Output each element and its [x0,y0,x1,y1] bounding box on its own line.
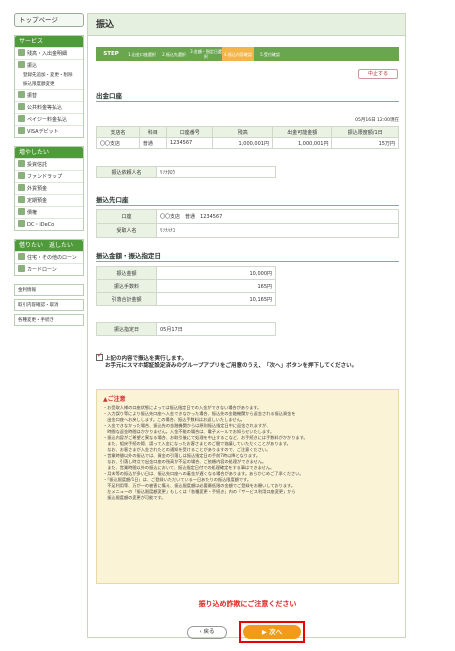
account-label: 口座 [96,209,157,224]
type-cell: 普通 [138,137,167,149]
step-label: STEP [103,50,119,57]
check-icon [96,352,103,361]
available-cell: 1,000,001円 [271,137,333,149]
sidebar-item-ideco[interactable]: DC・iDeCo [15,218,83,230]
amount-value: 10,000円 [156,266,276,280]
service-menu: サービス 残高・入出金明細 振込 登録先追加・変更・削除 振込限度額変更 振替 … [14,35,84,138]
column-header: 科目 [138,126,167,138]
sidebar-item-loan[interactable]: 住宅・その他のローン [15,251,83,263]
sidebar-link-rates[interactable]: 金利情報 [14,284,84,296]
sidebar-item-cardloan[interactable]: カードローン [15,263,83,275]
notice-title: ▲ご注意 [103,396,126,403]
number-cell: 1234567 [165,137,214,149]
sidebar-item-bond[interactable]: 債権 [15,206,83,218]
branch-cell: 〇〇支店 [96,137,140,149]
save-menu: 増やしたい 投資信託 ファンドラップ 外貨預金 定期預金 債権 DC・iDeCo [14,146,84,231]
date-table: 振込指定日 05月17日 [96,322,276,336]
transfer-icon [18,61,25,68]
payment-icon [18,115,25,122]
pension-icon [18,220,25,227]
card-icon [18,127,25,134]
balance-cell: 1,000,001円 [212,137,273,149]
limit-cell: 15万円 [331,137,399,149]
column-header: 出金可能金額 [271,126,333,138]
step-1: 1.出金口座選択 [128,51,156,57]
requester-value: ﾘｿﾅﾀﾛｳ [156,166,276,178]
balance-timestamp: 05月16日 12:00現在 [355,118,399,123]
withdraw-title: 出金口座 [96,90,399,102]
step-2: 2.振込先選択 [162,51,186,57]
sidebar-item-balance[interactable]: 残高・入出金明細 [15,47,83,59]
page-title: 振込 [88,14,405,36]
next-button[interactable]: ▶ 次へ [243,625,301,639]
borrow-title: 借りたい 返したい [15,240,83,251]
amount-title: 振込金額・振込指定日 [96,250,399,262]
house-icon [18,253,25,260]
top-page-button[interactable]: トップページ [14,13,84,27]
account-value: 〇〇支店 普通 1234567 [156,209,399,224]
payee-label: 受取人名 [96,223,157,238]
bond-icon [18,208,25,215]
main-panel: 振込 STEP 1.出金口座選択 2.振込先選択 3.金額・指定日選択 4.振込… [87,13,406,643]
sidebar-item-fundwrap[interactable]: ファンドラップ [15,170,83,182]
sidebar-item-fund[interactable]: 投資信託 [15,158,83,170]
total-value: 10,165円 [156,292,276,306]
amount-label: 振込金額 [96,266,157,280]
next-button-highlight: ▶ 次へ [239,621,305,643]
sidebar-item-utility[interactable]: 公共料金等払込 [15,101,83,113]
date-value: 05月17日 [156,322,276,336]
column-header: 残高 [212,126,273,138]
notice-line: 振込限度額の変更が可能です。 [103,495,166,500]
deposit-icon [18,196,25,203]
sidebar-item-foreign[interactable]: 外貨預金 [15,182,83,194]
fee-value: 165円 [156,279,276,293]
column-header: 口座番号 [165,126,214,138]
service-title: サービス [15,36,83,47]
sidebar: トップページ サービス 残高・入出金明細 振込 登録先追加・変更・削除 振込限度… [14,13,84,329]
dest-table: 口座 〇〇支店 普通 1234567 受取人名 ﾘｿﾅﾊﾅｺ [96,209,399,238]
step-4-current: 4.振込内容確認 [222,47,254,61]
requester-label: 振込依頼人名 [96,166,157,178]
total-label: 引落合計金額 [96,292,157,306]
sidebar-item-transfer[interactable]: 振込 [15,59,83,71]
fraud-warning: 振り込め詐欺にご注意ください [198,600,297,608]
date-label: 振込指定日 [96,322,157,336]
sidebar-item-deposit[interactable]: 定期預金 [15,194,83,206]
sidebar-sub-register[interactable]: 登録先追加・変更・削除 [15,71,83,80]
building-icon [18,103,25,110]
step-3: 3.金額・指定日選択 [190,49,222,59]
withdraw-table: 支店名 科目 口座番号 残高 出金可能金額 振込限度額/1日 〇〇支店 普通 1… [96,126,399,149]
fee-label: 振込手数料 [96,279,157,293]
swap-icon [18,91,25,98]
step-5: 5.受付確認 [260,51,280,57]
sidebar-link-settings[interactable]: 各種変更・手続き [14,314,84,326]
currency-icon [18,184,25,191]
borrow-menu: 借りたい 返したい 住宅・その他のローン カードローン [14,239,84,276]
sidebar-sub-limit[interactable]: 振込限度額変更 [15,80,83,89]
wrap-icon [18,172,25,179]
column-header: 振込限度額/1日 [331,126,399,138]
table-row: 〇〇支店 普通 1234567 1,000,001円 1,000,001円 15… [96,137,399,149]
requester-table: 振込依頼人名 ﾘｿﾅﾀﾛｳ [96,166,276,178]
bank-icon [18,49,25,56]
back-button[interactable]: ‹ 戻る [187,626,227,639]
stop-button[interactable]: 中止する [358,69,398,79]
payee-value: ﾘｿﾅﾊﾅｺ [156,223,399,238]
table-header-row: 支店名 科目 口座番号 残高 出金可能金額 振込限度額/1日 [96,126,399,138]
confirm-message: 上記の内容で振込を実行します。 お手元にスマホ認証設定済みのグループアプリをご用… [96,352,399,370]
column-header: 支店名 [96,126,140,138]
sidebar-item-payeasy[interactable]: ペイジー料金払込 [15,113,83,125]
sidebar-item-furikae[interactable]: 振替 [15,89,83,101]
dest-title: 振込先口座 [96,194,399,206]
chart-icon [18,160,25,167]
sidebar-link-history[interactable]: 取引内容確認・取消 [14,299,84,311]
card-icon [18,265,25,272]
notice-box: ▲ご注意 ・お受取人様の口座状態によっては振込指定日での入金ができない場合があり… [96,389,399,584]
screen: トップページ サービス 残高・入出金明細 振込 登録先追加・変更・削除 振込限度… [0,0,455,651]
save-title: 増やしたい [15,147,83,158]
amount-table: 振込金額 10,000円 振込手数料 165円 引落合計金額 10,165円 [96,266,276,306]
sidebar-item-visa[interactable]: VISAデビット [15,125,83,137]
step-bar: STEP 1.出金口座選択 2.振込先選択 3.金額・指定日選択 4.振込内容確… [96,47,399,61]
